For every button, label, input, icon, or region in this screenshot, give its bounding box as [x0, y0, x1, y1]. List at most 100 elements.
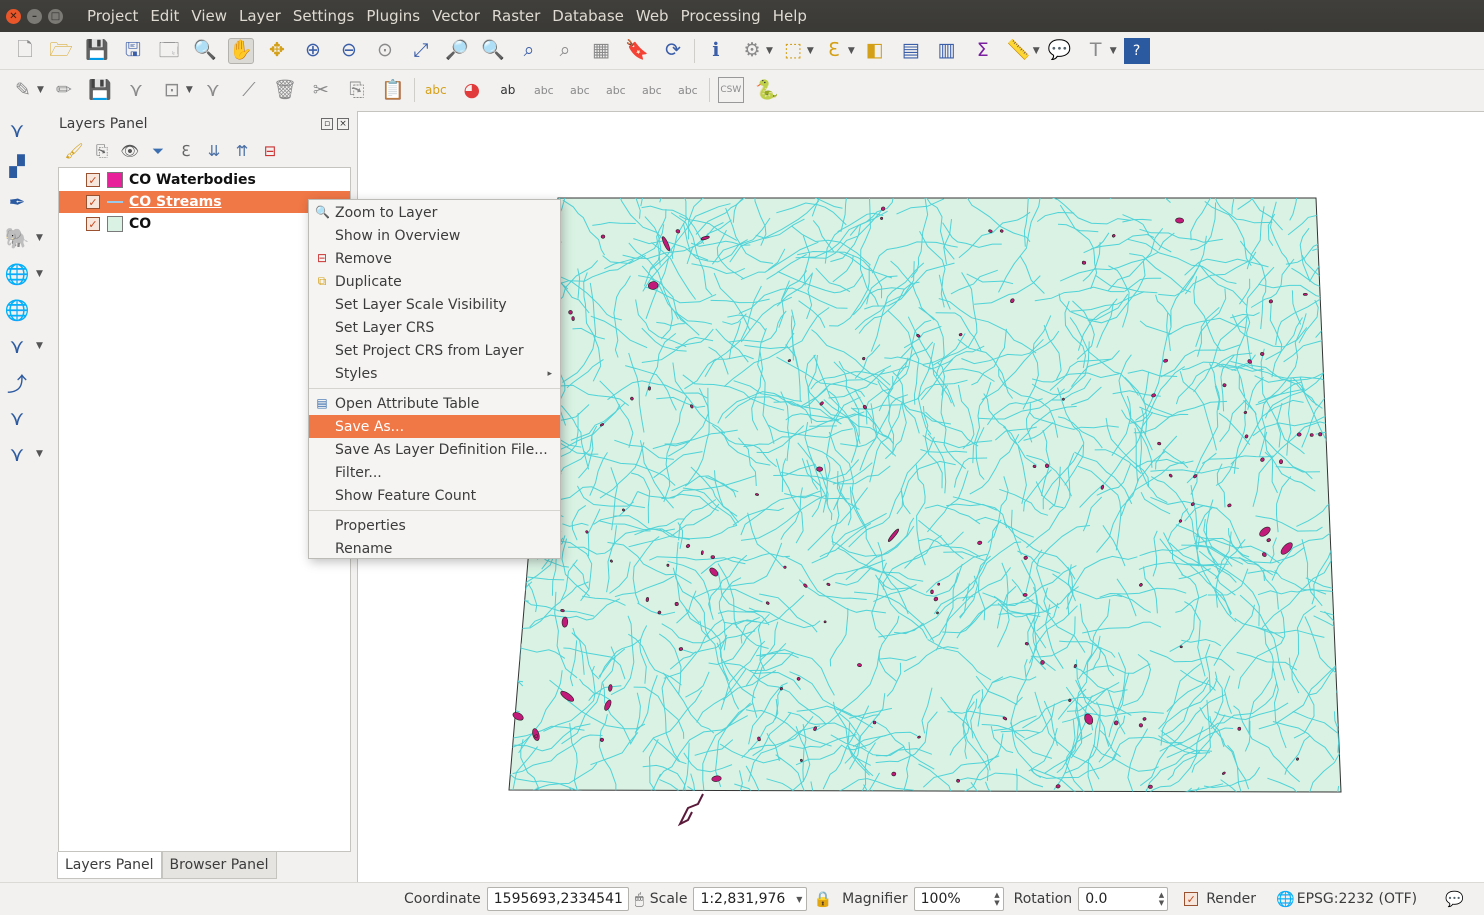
show-hide-labels-icon[interactable]: abc: [567, 77, 593, 103]
run-action-icon[interactable]: ⚙: [739, 38, 765, 64]
manage-visibility-icon[interactable]: 👁: [119, 140, 141, 162]
maximize-window-button[interactable]: □: [48, 8, 63, 24]
rotation-spinbox[interactable]: 0.0 ▲ ▼: [1078, 887, 1169, 911]
zoom-out-icon[interactable]: ⊖: [336, 38, 362, 64]
filter-by-expression-icon[interactable]: ℇ: [175, 140, 197, 162]
cut-features-icon[interactable]: ✂: [308, 77, 334, 103]
menu-vector[interactable]: Vector: [426, 7, 486, 25]
zoom-in-icon[interactable]: ⊕: [300, 38, 326, 64]
menu-view[interactable]: View: [185, 7, 233, 25]
paste-features-icon[interactable]: 📋: [380, 77, 406, 103]
new-bookmark-icon[interactable]: 🔖: [624, 38, 650, 64]
zoom-to-selection-icon[interactable]: 🔎: [444, 38, 470, 64]
close-panel-icon[interactable]: ×: [337, 118, 349, 130]
pan-to-selection-icon[interactable]: ✥: [264, 38, 290, 64]
node-edit-icon[interactable]: ⟋: [236, 77, 262, 103]
copy-features-icon[interactable]: ⎘: [344, 77, 370, 103]
add-wms-layer-icon[interactable]: 🌐: [4, 297, 30, 323]
statistics-icon[interactable]: Σ: [970, 38, 996, 64]
menu-settings[interactable]: Settings: [287, 7, 361, 25]
render-checkbox[interactable]: ✓: [1184, 892, 1199, 906]
menu-database[interactable]: Database: [546, 7, 630, 25]
new-spatialite-layer-icon[interactable]: ⋎: [4, 441, 30, 467]
diagram-icon[interactable]: ◕: [459, 77, 485, 103]
node-tool-icon[interactable]: ⋎: [200, 77, 226, 103]
toggle-extents-icon[interactable]: 🖱: [635, 890, 644, 908]
add-group-icon[interactable]: ⎘: [91, 140, 113, 162]
spin-arrows-icon[interactable]: ▲ ▼: [994, 891, 999, 907]
menu-web[interactable]: Web: [630, 7, 675, 25]
zoom-native-icon[interactable]: ⊙: [372, 38, 398, 64]
text-annotation-icon[interactable]: T: [1083, 38, 1109, 64]
move-feature-icon[interactable]: ⊡: [159, 77, 185, 103]
python-console-icon[interactable]: 🐍: [754, 77, 780, 103]
menu-item-zoom-to-layer[interactable]: 🔍 Zoom to Layer: [309, 201, 560, 224]
menu-item-set-project-crs[interactable]: Set Project CRS from Layer: [309, 339, 560, 362]
add-wcs-layer-icon[interactable]: ⋎: [4, 333, 30, 359]
zoom-to-layer-icon[interactable]: 🔍: [480, 38, 506, 64]
chevron-down-icon[interactable]: ▼: [1110, 46, 1117, 56]
chevron-down-icon[interactable]: ▼: [766, 46, 773, 56]
close-window-button[interactable]: ✕: [6, 8, 21, 24]
menu-processing[interactable]: Processing: [675, 7, 767, 25]
save-as-project-icon[interactable]: 🖫: [120, 38, 146, 64]
add-raster-layer-icon[interactable]: ▞: [4, 153, 30, 179]
menu-raster[interactable]: Raster: [486, 7, 546, 25]
add-wfs-layer-icon[interactable]: ⤴: [4, 369, 30, 396]
menu-item-duplicate[interactable]: ⧉ Duplicate: [309, 270, 560, 293]
add-delimited-text-icon[interactable]: ✒: [4, 189, 30, 215]
menu-project[interactable]: Project: [81, 7, 144, 25]
help-icon[interactable]: ?: [1123, 37, 1150, 64]
add-vector-layer-icon[interactable]: ⋎: [4, 117, 30, 143]
map-tips-icon[interactable]: 💬: [1047, 38, 1073, 64]
new-shapefile-layer-icon[interactable]: ⋎: [4, 405, 30, 431]
save-edits-icon[interactable]: 💾: [87, 77, 113, 103]
float-panel-icon[interactable]: ▫: [321, 118, 333, 130]
tab-browser-panel[interactable]: Browser Panel: [161, 852, 277, 879]
toggle-editing-icon[interactable]: ✏: [51, 77, 77, 103]
add-feature-icon[interactable]: ⋎: [123, 77, 149, 103]
menu-item-save-as-layer-definition[interactable]: Save As Layer Definition File...: [309, 438, 560, 461]
chevron-down-icon[interactable]: ▼: [36, 269, 43, 279]
composer-manager-icon[interactable]: 🔍: [192, 38, 218, 64]
filter-legend-icon[interactable]: ⏷: [147, 140, 169, 162]
delete-selected-icon[interactable]: 🗑: [272, 77, 298, 103]
refresh-icon[interactable]: ⟳: [660, 38, 686, 64]
layer-visibility-checkbox[interactable]: ✓: [86, 217, 100, 231]
open-attribute-table-icon[interactable]: ▤: [898, 38, 924, 64]
menu-item-show-feature-count[interactable]: Show Feature Count: [309, 484, 560, 507]
select-by-expression-icon[interactable]: ℇ: [821, 38, 847, 64]
pin-labels-icon[interactable]: ab: [495, 77, 521, 103]
minimize-window-button[interactable]: –: [27, 8, 42, 24]
deselect-features-icon[interactable]: ◧: [862, 38, 888, 64]
menu-plugins[interactable]: Plugins: [360, 7, 426, 25]
lock-scale-icon[interactable]: 🔒: [813, 890, 832, 908]
menu-item-save-as[interactable]: Save As...: [309, 415, 560, 438]
select-features-icon[interactable]: ⬚: [780, 38, 806, 64]
magnifier-spinbox[interactable]: 100% ▲ ▼: [913, 887, 1004, 911]
menu-item-set-layer-scale-visibility[interactable]: Set Layer Scale Visibility: [309, 293, 560, 316]
add-spatialite-layer-icon[interactable]: 🌐: [4, 261, 30, 287]
labeling-icon[interactable]: abc: [423, 77, 449, 103]
zoom-full-icon[interactable]: ⤢: [408, 38, 434, 64]
spin-arrows-icon[interactable]: ▲ ▼: [1159, 891, 1164, 907]
menu-item-set-layer-crs[interactable]: Set Layer CRS: [309, 316, 560, 339]
remove-layer-icon[interactable]: ⊟: [259, 140, 281, 162]
tab-layers-panel[interactable]: Layers Panel: [57, 852, 162, 879]
open-project-icon[interactable]: 🗁: [48, 38, 74, 64]
scale-combobox[interactable]: 1:2,831,976 ▼: [693, 887, 808, 911]
expand-all-icon[interactable]: ⇊: [203, 140, 225, 162]
move-label-icon[interactable]: abc: [603, 77, 629, 103]
menu-item-show-in-overview[interactable]: Show in Overview: [309, 224, 560, 247]
menu-item-open-attribute-table[interactable]: ▤ Open Attribute Table: [309, 392, 560, 415]
chevron-down-icon[interactable]: ▼: [186, 85, 193, 95]
coordinate-field[interactable]: 1595693,2334541: [486, 887, 629, 911]
pan-map-icon[interactable]: ✋: [228, 37, 254, 64]
current-edits-icon[interactable]: ✎: [10, 77, 36, 103]
chevron-down-icon[interactable]: ▼: [807, 46, 814, 56]
menu-help[interactable]: Help: [767, 7, 813, 25]
layer-row-co-waterbodies[interactable]: ✓ CO Waterbodies: [59, 169, 350, 191]
menu-item-properties[interactable]: Properties: [309, 514, 560, 537]
highlight-pinned-icon[interactable]: abc: [531, 77, 557, 103]
open-layer-styling-icon[interactable]: 🖌: [63, 140, 85, 162]
